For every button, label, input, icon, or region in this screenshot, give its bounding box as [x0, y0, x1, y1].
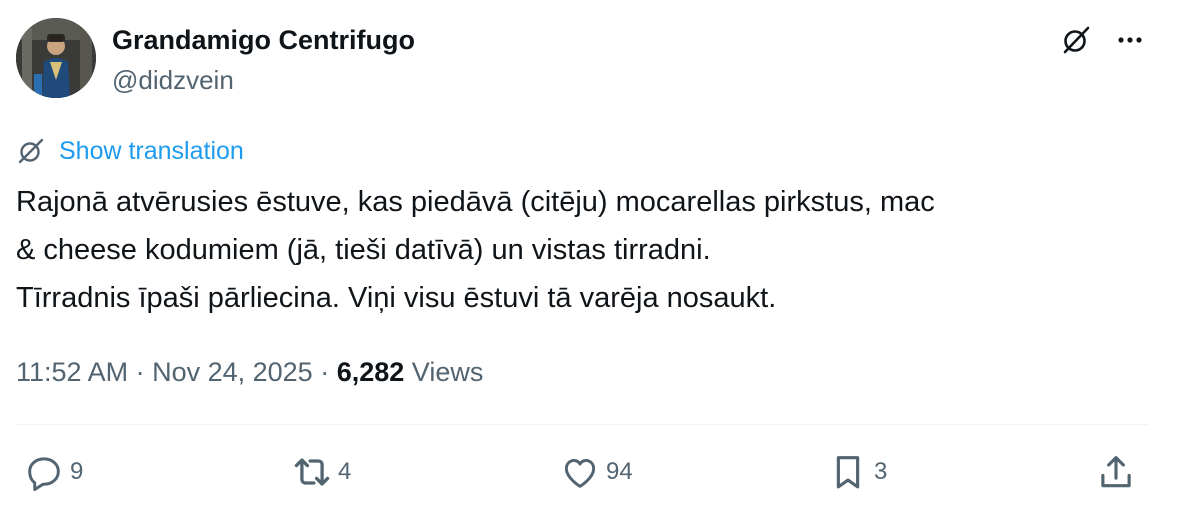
- like-button[interactable]: 94: [556, 448, 633, 496]
- avatar-image: [16, 18, 96, 98]
- share-button[interactable]: [1092, 448, 1140, 496]
- tweet-text-line: & cheese kodumiem (jā, tieši datīvā) un …: [16, 234, 711, 266]
- tweet-text-line: Rajonā atvērusies ēstuve, kas piedāvā (c…: [16, 186, 935, 218]
- tweet-time[interactable]: 11:52 AM: [16, 357, 128, 387]
- globe-icon: [16, 136, 46, 166]
- repost-count: 4: [338, 458, 352, 485]
- show-translation-row[interactable]: Show translation: [16, 134, 244, 168]
- divider: [16, 424, 1148, 425]
- tweet-meta: 11:52 AM · Nov 24, 2025 · 6,282 Views: [16, 354, 483, 390]
- like-count: 94: [606, 458, 633, 485]
- bookmark-icon: [824, 448, 872, 496]
- more-icon[interactable]: [1112, 22, 1148, 58]
- repost-icon: [288, 448, 336, 496]
- reply-count: 9: [70, 458, 84, 485]
- tweet-text-line: Tīrradnis īpaši pārliecina. Viņi visu ēs…: [16, 282, 777, 314]
- tweet-text: Rajonā atvērusies ēstuve, kas piedāvā (c…: [16, 178, 1146, 322]
- tweet-date[interactable]: Nov 24, 2025: [152, 357, 313, 387]
- share-icon: [1092, 448, 1140, 496]
- avatar[interactable]: [16, 18, 96, 98]
- meta-separator: ·: [312, 357, 337, 387]
- author-display-name[interactable]: Grandamigo Centrifugo: [112, 24, 415, 56]
- author-handle[interactable]: @didzvein: [112, 64, 234, 96]
- views-label: Views: [411, 357, 484, 387]
- views-count: 6,282: [336, 357, 405, 387]
- reply-icon: [20, 448, 68, 496]
- meta-separator: ·: [128, 357, 153, 387]
- show-translation-link[interactable]: Show translation: [59, 136, 244, 166]
- repost-button[interactable]: 4: [288, 448, 351, 496]
- reply-button[interactable]: 9: [20, 448, 83, 496]
- heart-icon: [556, 448, 604, 496]
- bookmark-count: 3: [874, 458, 888, 485]
- bookmark-button[interactable]: 3: [824, 448, 887, 496]
- grok-icon[interactable]: [1058, 22, 1094, 58]
- views-label-space: [404, 357, 412, 387]
